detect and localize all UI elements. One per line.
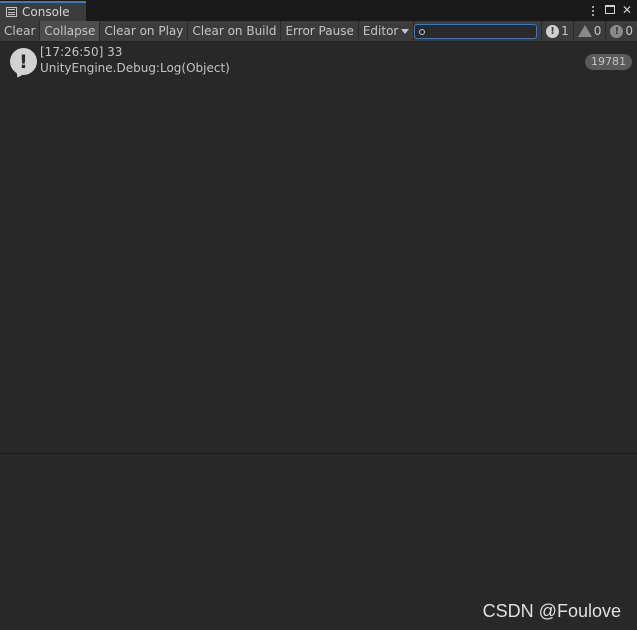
editor-dropdown-label: Editor (362, 24, 399, 38)
tab-console[interactable]: Console (0, 1, 86, 21)
error-count: 0 (625, 24, 633, 38)
search-icon (419, 28, 426, 35)
error-icon: ! (610, 24, 624, 38)
warning-icon (577, 25, 592, 37)
error-count-toggle[interactable]: ! 0 (605, 21, 637, 41)
search-field[interactable] (414, 24, 538, 39)
kebab-menu-icon[interactable] (587, 5, 599, 16)
log-collapse-count-badge: 19781 (585, 54, 632, 70)
clear-on-play-toggle[interactable]: Clear on Play (100, 21, 189, 41)
close-icon[interactable]: ✕ (621, 2, 633, 19)
watermark: CSDN @Foulove (482, 601, 621, 621)
clear-button[interactable]: Clear (0, 21, 41, 41)
info-count-toggle[interactable]: ! 1 (541, 21, 573, 41)
warning-count-toggle[interactable]: 0 (572, 21, 606, 41)
info-message-icon: ! (10, 48, 37, 75)
warning-count: 0 (593, 24, 602, 38)
tab-bar: Console ✕ (0, 0, 637, 21)
collapse-toggle[interactable]: Collapse (40, 21, 101, 41)
editor-dropdown[interactable]: Editor (359, 21, 415, 41)
chevron-down-icon (401, 28, 410, 34)
console-list-icon (6, 7, 17, 17)
log-stacktrace-summary: UnityEngine.Debug:Log(Object) (40, 61, 230, 75)
clear-on-build-toggle[interactable]: Clear on Build (188, 21, 282, 41)
error-pause-toggle[interactable]: Error Pause (281, 21, 359, 41)
console-toolbar: Clear Collapse Clear on Play Clear on Bu… (0, 21, 637, 42)
tab-title: Console (22, 5, 70, 19)
maximize-button[interactable] (604, 2, 616, 19)
log-list[interactable]: ! [17:26:50] 33 UnityEngine.Debug:Log(Ob… (0, 43, 637, 453)
window-controls: ✕ (587, 2, 633, 19)
info-icon: ! (546, 24, 560, 38)
log-entry[interactable]: ! [17:26:50] 33 UnityEngine.Debug:Log(Ob… (0, 45, 637, 79)
maximize-icon (605, 5, 615, 14)
search-input[interactable] (429, 25, 530, 38)
log-message: [17:26:50] 33 (40, 45, 123, 59)
info-count: 1 (561, 24, 569, 38)
